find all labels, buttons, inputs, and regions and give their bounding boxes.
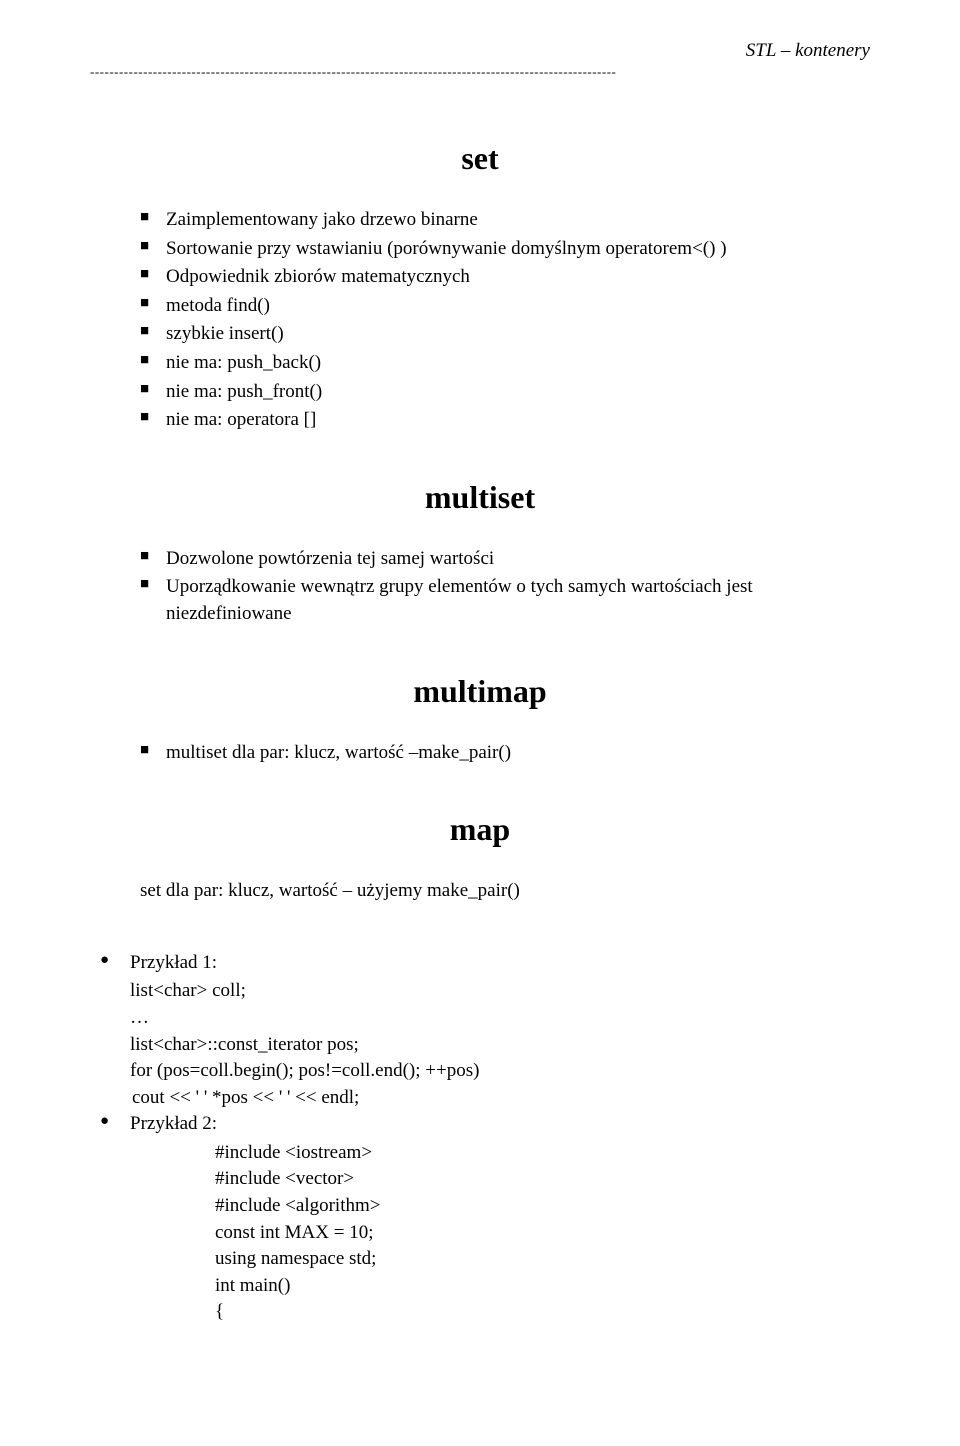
list-item: nie ma: operatora [] <box>140 407 870 434</box>
list-item: multiset dla par: klucz, wartość –make_p… <box>140 740 870 767</box>
example-label-1: Przykład 1: <box>100 950 870 977</box>
list-item: nie ma: push_back() <box>140 350 870 377</box>
code-line: for (pos=coll.begin(); pos!=coll.end(); … <box>130 1058 870 1085</box>
code-line: const int MAX = 10; <box>215 1220 870 1247</box>
horizontal-divider: ----------------------------------------… <box>90 64 870 80</box>
list-item: nie ma: push_front() <box>140 379 870 406</box>
list-item: szybkie insert() <box>140 321 870 348</box>
section-content-map: set dla par: klucz, wartość – użyjemy ma… <box>140 878 870 905</box>
list-item: Dozwolone powtórzenia tej samej wartości <box>140 546 870 573</box>
list-item: Zaimplementowany jako drzewo binarne <box>140 207 870 234</box>
code-line: list<char>::const_iterator pos; <box>130 1032 870 1059</box>
list-item: metoda find() <box>140 293 870 320</box>
code-line: #include <vector> <box>215 1166 870 1193</box>
code-line: { <box>215 1299 870 1326</box>
list-item: Uporządkowanie wewnątrz grupy elementów … <box>140 574 870 627</box>
section-title-multiset: multiset <box>90 479 870 516</box>
list-item: Odpowiednik zbiorów matematycznych <box>140 264 870 291</box>
code-line: cout << ' ' *pos << ' ' << endl; <box>132 1085 870 1112</box>
list-item: Sortowanie przy wstawianiu (porównywanie… <box>140 236 870 263</box>
section-title-map: map <box>90 811 870 848</box>
code-line: using namespace std; <box>215 1246 870 1273</box>
code-line: … <box>130 1005 870 1032</box>
code-line: list<char> coll; <box>130 978 870 1005</box>
code-line: #include <iostream> <box>215 1140 870 1167</box>
section-content-set: Zaimplementowany jako drzewo binarne Sor… <box>140 207 870 434</box>
section-title-set: set <box>90 140 870 177</box>
section-content-multimap: multiset dla par: klucz, wartość –make_p… <box>140 740 870 767</box>
examples-section: Przykład 1: list<char> coll; … list<char… <box>100 950 870 1326</box>
section-title-multimap: multimap <box>90 673 870 710</box>
example-label-2: Przykład 2: <box>100 1111 870 1138</box>
section-content-multiset: Dozwolone powtórzenia tej samej wartości… <box>140 546 870 628</box>
page-header-label: STL – kontenery <box>90 40 870 62</box>
code-line: #include <algorithm> <box>215 1193 870 1220</box>
code-line: int main() <box>215 1273 870 1300</box>
